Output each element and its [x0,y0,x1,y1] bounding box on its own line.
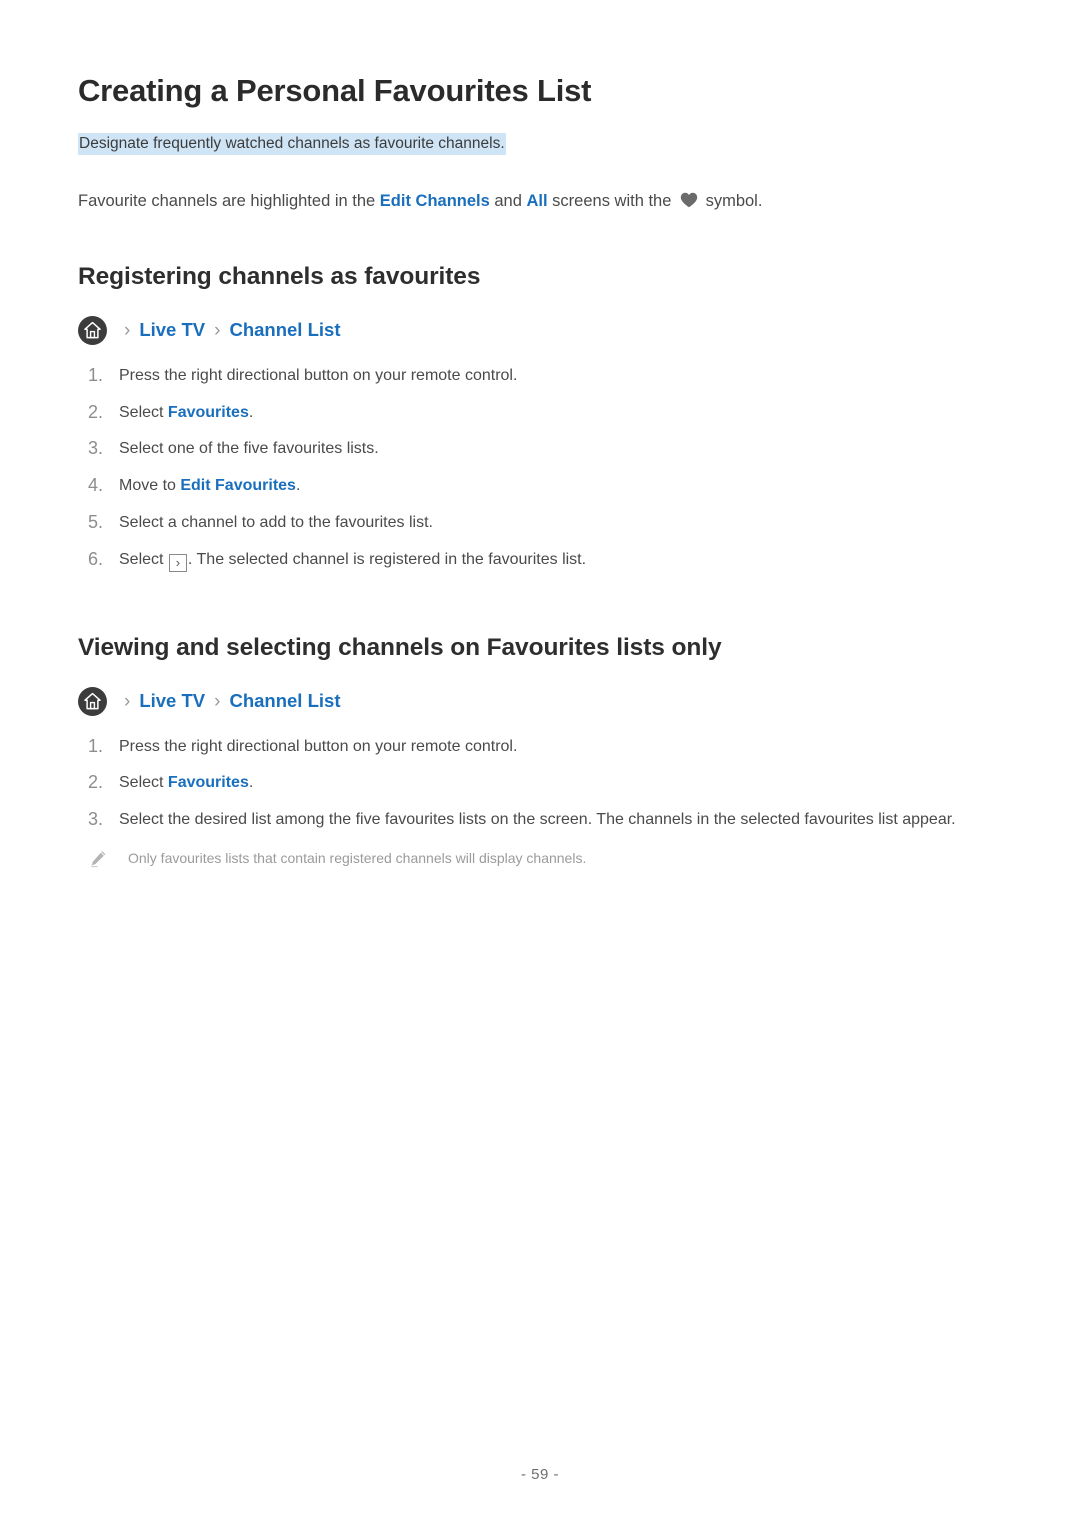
step-text-pre: Move to [119,477,181,495]
breadcrumb-item-live-tv[interactable]: Live TV [139,690,205,712]
intro-text-part-1: Favourite channels are highlighted in th… [78,192,380,211]
page-title: Creating a Personal Favourites List [78,73,592,108]
list-item: 6. Select ›. The selected channel is reg… [78,548,1002,572]
step-number: 4. [88,475,104,496]
list-item: 4. Move to Edit Favourites. [78,474,1002,498]
steps-list-viewing: 1. Press the right directional button on… [78,735,1002,832]
list-item: 3. Select one of the five favourites lis… [78,437,1002,461]
list-item: 1. Press the right directional button on… [78,735,1002,759]
breadcrumb-separator: › [124,690,131,712]
list-item: 2. Select Favourites. [78,401,1002,425]
step-text: Select one of the five favourites lists. [119,440,379,458]
intro-text-part-2: and [489,192,527,211]
link-edit-channels[interactable]: Edit Channels [380,192,490,210]
step-number: 6. [88,548,104,569]
breadcrumb-item-live-tv[interactable]: Live TV [139,319,205,341]
breadcrumb-separator: › [124,319,131,341]
list-item: 1. Press the right directional button on… [78,364,1002,388]
note-row: Only favourites lists that contain regis… [78,848,1002,869]
breadcrumb-section-2: › Live TV › Channel List [78,686,1002,716]
step-text-post: . The selected channel is registered in … [187,550,587,568]
step-text: Press the right directional button on yo… [119,366,518,384]
step-text-post: . [248,403,254,421]
note-text: Only favourites lists that contain regis… [128,849,587,866]
step-text-pre: Select [119,550,168,568]
pencil-icon [88,849,108,869]
step-text-post: . [248,774,254,792]
steps-list-registering: 1. Press the right directional button on… [78,364,1002,572]
list-item: 3. Select the desired list among the fiv… [78,808,1002,832]
list-item: 5. Select a channel to add to the favour… [78,511,1002,535]
intro-text-part-4: symbol. [700,192,763,211]
link-edit-favourites[interactable]: Edit Favourites [180,477,296,494]
intro-paragraph: Favourite channels are highlighted in th… [78,189,1002,216]
step-number: 5. [88,511,104,532]
section-heading-registering: Registering channels as favourites [78,262,481,290]
breadcrumb-item-channel-list[interactable]: Channel List [229,319,340,341]
list-item: 2. Select Favourites. [78,771,1002,795]
step-text-pre: Select [119,774,168,792]
step-text: Select ›. The selected channel is regist… [119,548,1002,572]
step-number: 1. [88,364,104,385]
step-text: Select Favourites. [119,771,1002,794]
breadcrumb-separator: › [214,319,221,341]
subtitle-row: Designate frequently watched channels as… [78,132,1002,156]
breadcrumb-separator: › [214,690,221,712]
home-icon[interactable] [78,686,107,716]
step-text: Select the desired list among the five f… [119,811,956,829]
step-number: 2. [88,772,104,793]
step-text: Select Favourites. [119,401,1002,424]
document-page: Creating a Personal Favourites List Desi… [0,0,1080,1527]
heart-icon [680,191,698,216]
step-number: 3. [88,809,104,830]
link-favourites[interactable]: Favourites [168,774,249,791]
step-number: 3. [88,438,104,459]
step-text-pre: Select [119,403,168,421]
section-heading-viewing: Viewing and selecting channels on Favour… [78,633,722,661]
step-text-post: . [295,477,301,495]
step-text: Select a channel to add to the favourite… [119,513,433,531]
breadcrumb-item-channel-list[interactable]: Channel List [229,690,340,712]
chevron-right-key-icon: › [168,553,187,572]
highlighted-subtitle: Designate frequently watched channels as… [78,133,506,156]
home-icon[interactable] [78,315,107,345]
link-favourites[interactable]: Favourites [168,404,249,421]
step-number: 2. [88,401,104,422]
intro-text-part-3: screens with the [547,192,676,211]
breadcrumb-section-1: › Live TV › Channel List [78,315,1002,345]
step-number: 1. [88,735,104,756]
step-text: Move to Edit Favourites. [119,474,1002,497]
step-text: Press the right directional button on yo… [119,737,518,755]
page-number-footer: - 59 - [520,1466,559,1483]
link-all[interactable]: All [527,192,548,210]
